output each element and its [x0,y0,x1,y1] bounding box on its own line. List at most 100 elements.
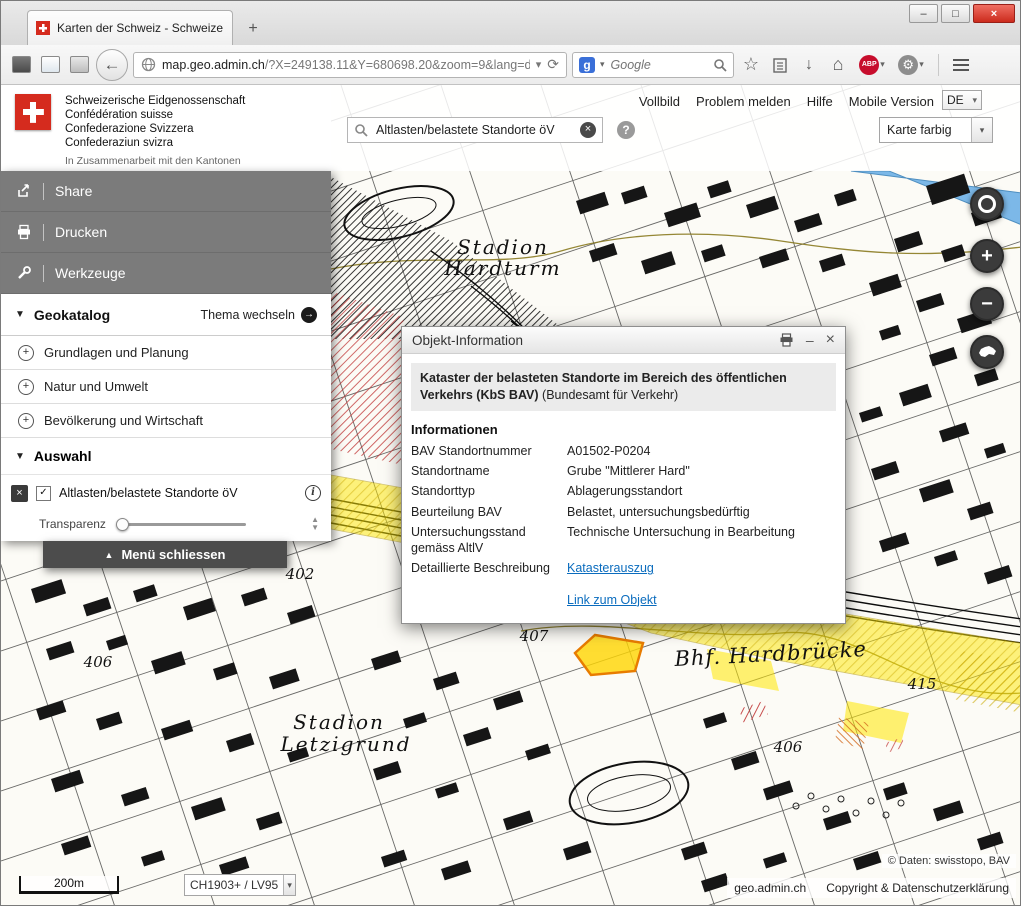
map-style-caret-icon[interactable]: ▾ [971,118,992,142]
toolbar-app-icon-3[interactable] [67,53,91,77]
label-stadion-hardturm-2: Hardturm [443,256,561,280]
slider-knob[interactable] [116,518,129,531]
clear-search-icon[interactable]: × [580,122,596,138]
transparency-label: Transparenz [39,517,106,531]
browser-search-input[interactable] [609,57,709,73]
nav-mobile-version[interactable]: Mobile Version [849,94,934,109]
attr-value: Belastet, untersuchungsbedürftig [567,504,836,520]
remove-layer-button[interactable]: × [11,485,28,502]
map-style-label: Karte farbig [880,123,971,137]
footer-site-link[interactable]: geo.admin.ch [734,881,806,895]
catalog-item-bevoelkerung[interactable]: + Bevölkerung und Wirtschaft [1,404,331,438]
titlebar: Karten der Schweiz - Schweize... + – □ × [1,1,1020,45]
home-button[interactable]: ⌂ [826,53,850,77]
geolocate-button[interactable] [970,187,1004,221]
nav-hilfe[interactable]: Hilfe [807,94,833,109]
catalog-item-label: Bevölkerung und Wirtschaft [44,413,203,428]
swiss-confederation-logo [15,94,51,130]
attr-value: Ablagerungsstandort [567,483,836,499]
menu-button[interactable] [949,53,973,77]
language-select[interactable]: DE ▾ [942,90,982,110]
layer-info-icon[interactable]: i [305,485,321,501]
minimize-button[interactable]: – [909,4,938,23]
divider [43,183,44,200]
tools-button[interactable]: Werkzeuge [1,253,331,294]
bookmark-star-button[interactable]: ☆ [739,53,763,77]
expand-icon[interactable]: + [18,413,34,429]
transparency-slider[interactable] [118,523,246,526]
addon-button[interactable]: ⚙▾ [894,53,928,77]
map-style-select[interactable]: Karte farbig ▾ [879,117,993,143]
katasterauszug-link[interactable]: Katasterauszug [567,561,654,575]
browser-search-bar[interactable]: g ▾ [572,52,734,78]
layer-reorder-icons[interactable]: ▲ ▼ [311,516,319,532]
reload-icon[interactable]: ⟳ [547,56,559,73]
collapse-icon: ▼ [15,309,25,320]
elevation-407: 407 [519,627,549,645]
popup-minimize-icon[interactable]: – [806,333,814,347]
back-button[interactable]: ← [96,49,128,81]
projection-select[interactable]: CH1903+ / LV95 ▾ [184,874,296,896]
maximize-button[interactable]: □ [941,4,970,23]
attr-value: A01502-P0204 [567,443,836,459]
url-bar[interactable]: map.geo.admin.ch/?X=249138.11&Y=680698.2… [133,52,567,78]
adblock-caret-icon: ▾ [880,59,885,70]
popup-print-icon[interactable] [779,333,794,347]
expand-icon[interactable]: + [18,379,34,395]
attr-key: Untersuchungsstand gemäss AltlV [411,524,559,557]
downloads-button[interactable]: ↓ [797,53,821,77]
geocatalog-header[interactable]: ▼ Geokatalog Thema wechseln → [1,294,331,336]
zoom-in-button[interactable]: + [970,239,1004,273]
new-tab-button[interactable]: + [239,17,267,41]
layer-label: Altlasten/belastete Standorte öV [59,486,297,500]
elevation-406b: 406 [773,738,803,756]
adblock-button[interactable]: ABP▾ [855,53,889,77]
catalog-item-natur[interactable]: + Natur und Umwelt [1,370,331,404]
label-stadion-letzigrund-2: Letzigrund [279,732,411,756]
print-button[interactable]: Drucken [1,212,331,253]
move-down-icon[interactable]: ▼ [311,523,319,532]
footer-copyright-link[interactable]: Copyright & Datenschutzerklärung [826,881,1009,895]
informationen-heading: Informationen [411,422,836,437]
tab-favicon [36,21,50,35]
browser-tab[interactable]: Karten der Schweiz - Schweize... [27,10,233,45]
catalog-item-grundlagen[interactable]: + Grundlagen und Planung [1,336,331,370]
close-menu-button[interactable]: ▲ Menü schliessen [43,541,287,568]
close-button[interactable]: × [973,4,1015,23]
page-icon [41,56,60,73]
selection-header[interactable]: ▼ Auswahl [1,438,331,475]
nav-vollbild[interactable]: Vollbild [639,94,680,109]
google-engine-icon[interactable]: g [579,57,595,73]
engine-caret-icon[interactable]: ▾ [600,59,605,70]
divider [43,224,44,241]
toolbar-app-icon-1[interactable] [9,53,33,77]
share-button[interactable]: Share [1,171,331,212]
elevation-415: 415 [907,675,937,693]
layer-checkbox[interactable]: ✓ [36,486,51,501]
wrench-icon [16,265,32,281]
confederation-names: Schweizerische Eidgenossenschaft Confédé… [65,94,245,168]
expand-icon[interactable]: + [18,345,34,361]
page: Stadion Hardturm Stadion Letzigrund Bhf.… [1,85,1021,906]
scale-bar: 200m [19,876,119,894]
popup-close-icon[interactable]: × [826,333,835,347]
swiss-extent-icon [977,345,997,359]
object-link[interactable]: Link zum Objekt [567,593,657,607]
popup-header[interactable]: Objekt-Information – × [402,327,845,354]
toolbar-app-icon-2[interactable] [38,53,62,77]
change-theme-link[interactable]: Thema wechseln → [201,307,318,323]
layer-row-altlasten: × ✓ Altlasten/belastete Standorte öV i [1,475,331,511]
map-search-field[interactable]: × [347,117,603,143]
search-help-icon[interactable]: ? [617,121,635,139]
zoom-out-button[interactable]: − [970,287,1004,321]
print-label: Drucken [55,224,107,240]
map-search-input[interactable] [374,122,574,138]
magnifier-icon[interactable] [713,58,727,72]
attr-key: Standorttyp [411,483,559,499]
default-extent-button[interactable] [970,335,1004,369]
projection-caret-icon[interactable]: ▾ [283,875,295,895]
nav-problem-melden[interactable]: Problem melden [696,94,791,109]
bookmarks-menu-button[interactable] [768,53,792,77]
search-icon [354,123,368,137]
url-dropdown-icon[interactable]: ▾ [536,58,542,71]
